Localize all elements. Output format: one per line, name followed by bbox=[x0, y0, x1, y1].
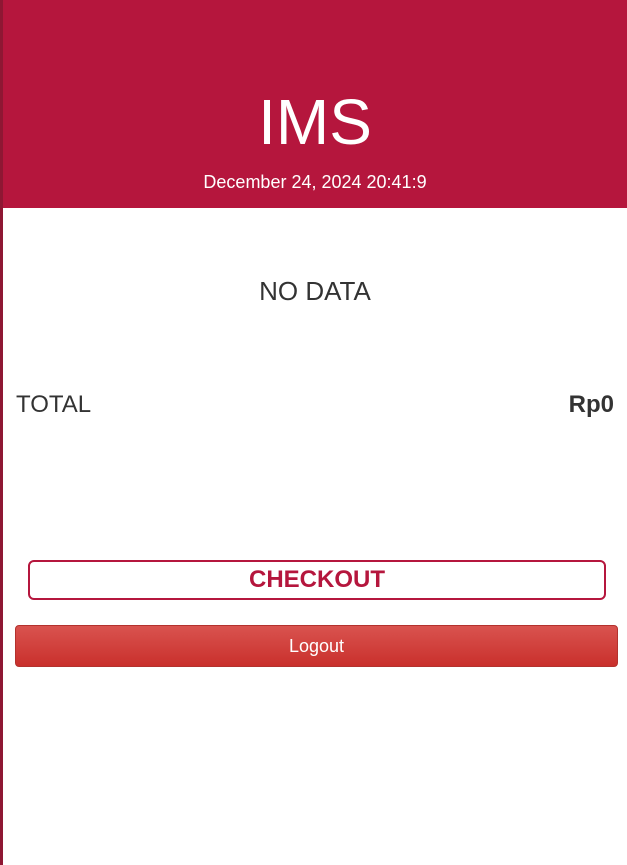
app-title: IMS bbox=[258, 86, 372, 158]
total-label: TOTAL bbox=[16, 391, 92, 418]
current-datetime: December 24, 2024 20:41:9 bbox=[203, 172, 427, 192]
app-container: IMS December 24, 2024 20:41:9 NO DATA TO… bbox=[0, 0, 627, 865]
empty-cart-message: NO DATA bbox=[259, 276, 371, 306]
total-value: Rp0 bbox=[568, 391, 614, 418]
checkout-button[interactable]: CHECKOUT bbox=[28, 560, 606, 600]
logout-button[interactable]: Logout bbox=[15, 625, 618, 667]
total-row: TOTAL Rp0 bbox=[16, 390, 614, 420]
header: IMS December 24, 2024 20:41:9 bbox=[3, 0, 627, 208]
